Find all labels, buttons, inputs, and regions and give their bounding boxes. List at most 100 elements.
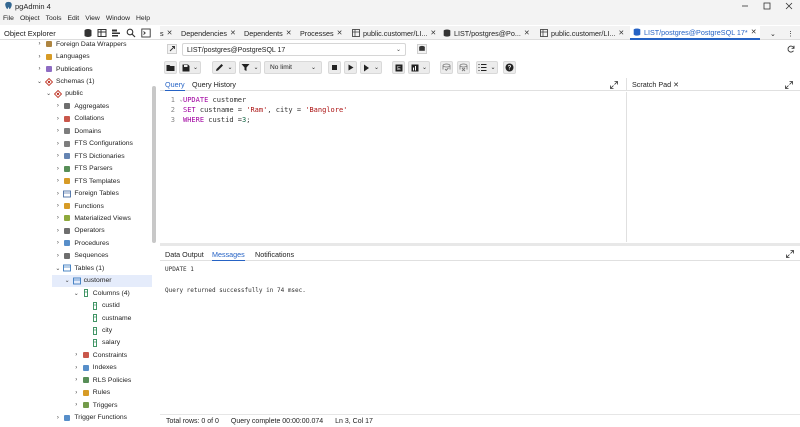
chevron-right-icon[interactable]: › [54,166,61,172]
menu-window[interactable]: Window [106,15,130,22]
chevron-right-icon[interactable]: › [54,253,61,259]
close-tab-icon[interactable]: ✕ [524,29,530,37]
editor-tab[interactable]: public.customer/LI... ✕ [352,26,436,40]
close-tab-icon[interactable]: ✕ [230,29,236,37]
close-tab-icon[interactable]: ✕ [167,29,173,37]
execute-options-button[interactable]: ⌄ [360,61,382,74]
tree-scrollbar[interactable] [152,86,156,243]
connection-select[interactable]: LIST/postgres@PostgreSQL 17 ⌄ [182,43,406,56]
chevron-right-icon[interactable]: › [54,240,61,246]
chevron-right-icon[interactable]: › [36,41,43,47]
tree-item[interactable]: ⌄ public [45,88,83,100]
tree-item[interactable]: › Sequences [54,250,109,262]
tree-item[interactable]: › Collations [54,113,104,125]
help-button[interactable]: ? [503,61,516,74]
close-tab-icon[interactable]: ✕ [286,29,292,37]
chevron-right-icon[interactable]: › [54,153,61,159]
chevron-down-icon[interactable]: ⌄ [64,277,71,284]
save-button[interactable]: ⌄ [179,61,201,74]
tree-item[interactable]: ⌄ Columns (4) [73,287,130,299]
tree-item[interactable]: custname [82,312,131,324]
editor-tab[interactable]: public.customer/LI... ✕ [540,26,624,40]
chevron-right-icon[interactable]: › [54,128,61,134]
chevron-right-icon[interactable]: › [73,352,80,358]
close-tab-icon[interactable]: ✕ [430,29,436,37]
chevron-right-icon[interactable]: › [54,203,61,209]
tree-item[interactable]: › Trigger Functions [54,412,127,424]
sql-editor[interactable]: 1 2 3 ⌄ UPDATE customer SET custname = 'Ram',… [160,92,626,242]
stop-button[interactable] [328,61,341,74]
terminal-icon[interactable] [141,28,151,38]
open-file-button[interactable] [164,61,177,74]
chevron-right-icon[interactable]: › [73,402,80,408]
connection-status-icon[interactable] [167,44,177,54]
chevron-right-icon[interactable]: › [73,390,80,396]
tree-item[interactable]: › Aggregates [54,100,109,112]
chevron-right-icon[interactable]: › [54,215,61,221]
tree-item[interactable]: salary [82,337,120,349]
tree-item[interactable]: ⌄ Schemas (1) [36,75,95,87]
editor-tab[interactable]: LIST/postgres@PostgreSQL 17* ✕ [630,26,760,40]
tree-item[interactable]: › FTS Templates [54,175,120,187]
chevron-right-icon[interactable]: › [54,116,61,122]
minimize-button[interactable] [734,0,756,12]
close-tab-icon[interactable]: ✕ [337,29,343,37]
edit-button[interactable]: ⌄ [212,61,236,74]
maximize-button[interactable] [756,0,778,12]
tree-item[interactable]: › Triggers [73,399,117,411]
tree-item[interactable]: ⌄ Tables (1) [54,262,104,274]
chevron-right-icon[interactable]: › [54,415,61,421]
chevron-right-icon[interactable]: › [54,141,61,147]
tree-item[interactable]: › Foreign Tables [54,187,119,199]
tab-notifications[interactable]: Notifications [255,250,294,259]
menu-object[interactable]: Object [20,15,40,22]
expand-icon[interactable] [785,81,793,89]
macros-button[interactable]: ⌄ [476,61,498,74]
execute-button[interactable] [344,61,357,74]
tree-item[interactable]: city [82,324,112,336]
tree-item[interactable]: › Publications [36,63,93,75]
panel-splitter[interactable] [160,243,800,246]
editor-tab[interactable]: Processes ✕ [300,26,342,40]
close-tab-icon[interactable]: ✕ [751,28,757,36]
chevron-down-icon[interactable]: ⌄ [73,290,80,297]
rollback-button[interactable] [457,61,470,74]
tree-item[interactable]: › Constraints [73,349,127,361]
chevron-right-icon[interactable]: › [36,66,43,72]
tree-item[interactable]: › Materialized Views [54,212,131,224]
tree-item[interactable]: › Procedures [54,237,109,249]
tree-item[interactable]: › Operators [54,225,105,237]
close-tab-icon[interactable]: ✕ [618,29,624,37]
tree-item[interactable]: ⌄ customer [52,274,152,287]
commit-button[interactable] [440,61,453,74]
expand-icon[interactable] [786,250,794,258]
editor-tab[interactable]: LIST/postgres@Po... ✕ [443,26,530,40]
close-window-button[interactable] [778,0,800,12]
tree-item[interactable]: › FTS Dictionaries [54,150,125,162]
editor-tab[interactable]: Dependents ✕ [244,26,292,40]
editor-tab[interactable]: s ✕ [160,26,172,40]
tab-messages[interactable]: Messages [212,250,245,261]
chevron-down-icon[interactable]: ⌄ [770,26,776,40]
tree-item[interactable]: › Languages [36,50,90,62]
menu-help[interactable]: Help [136,15,150,22]
scratch-pad-textarea[interactable] [626,92,800,242]
tab-query-history[interactable]: Query History [192,80,236,89]
tree-item[interactable]: › Domains [54,125,101,137]
tab-scratch-pad[interactable]: Scratch Pad ✕ [632,80,679,89]
menu-view[interactable]: View [85,15,100,22]
editor-tab[interactable]: Dependencies ✕ [181,26,236,40]
tree-item[interactable]: › Indexes [73,362,116,374]
database-icon[interactable] [83,28,93,38]
chevron-right-icon[interactable]: › [54,228,61,234]
tab-query[interactable]: Query [165,80,185,91]
chevron-right-icon[interactable]: › [54,191,61,197]
chevron-right-icon[interactable]: › [54,103,61,109]
expand-icon[interactable] [610,81,618,89]
tree-item[interactable]: › Functions [54,200,104,212]
tree-item[interactable]: › FTS Parsers [54,163,113,175]
filter-rows-icon[interactable] [111,28,121,38]
tree-item[interactable]: › Rules [73,387,110,399]
table-view-icon[interactable] [97,28,107,38]
tree-item[interactable]: › Foreign Data Wrappers [36,40,127,50]
